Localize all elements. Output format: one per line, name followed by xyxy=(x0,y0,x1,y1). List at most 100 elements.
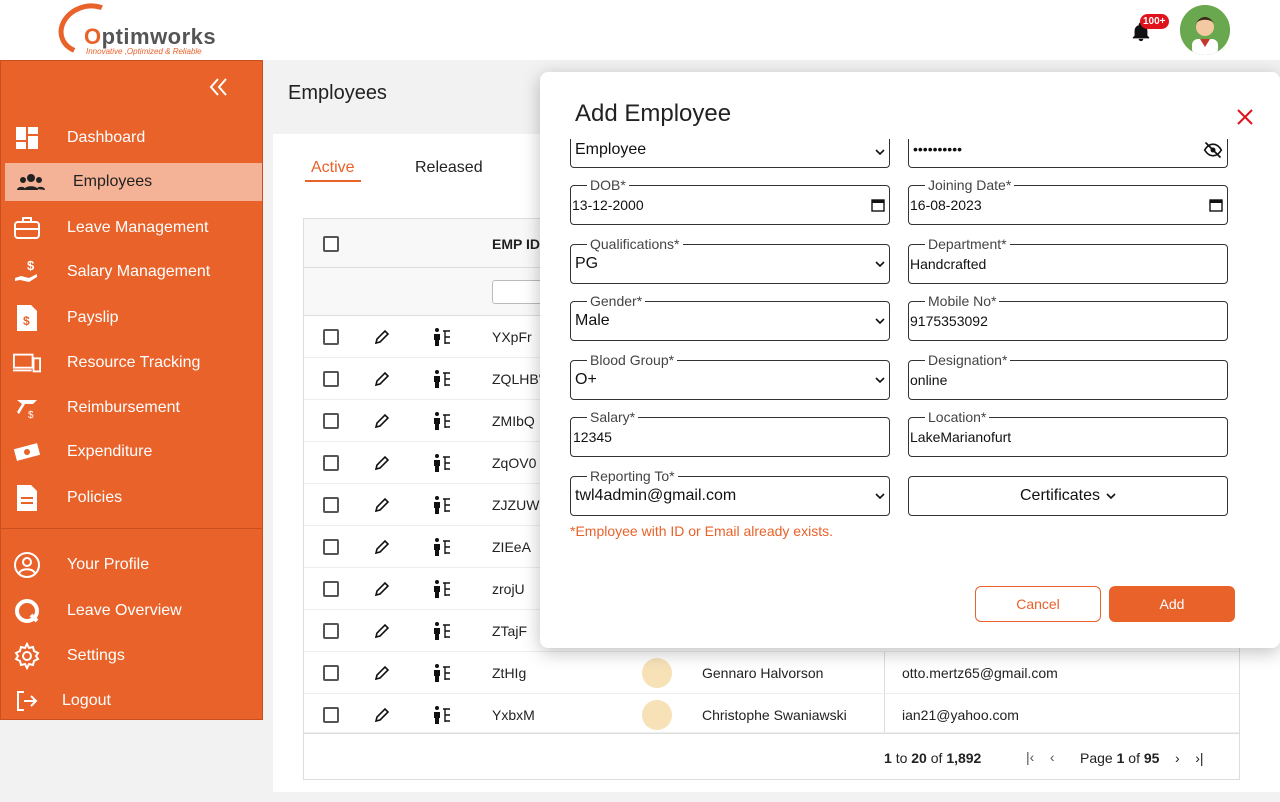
emp-id-cell: ZMIbQ xyxy=(492,413,535,429)
sidebar-item-salary-management[interactable]: $ Salary Management xyxy=(1,253,262,291)
emp-id-cell: zrojU xyxy=(492,581,525,597)
table-row[interactable]: ZtHIg Gennaro Halvorson otto.mertz65@gmail… xyxy=(304,652,1239,694)
joining-date-field[interactable]: Joining Date* 16-08-2023 xyxy=(908,177,1228,225)
svg-text:$: $ xyxy=(27,258,35,273)
blood-group-select[interactable]: Blood Group* O+ xyxy=(570,352,890,400)
password-field[interactable]: •••••••••• xyxy=(908,139,1228,168)
select-all-checkbox[interactable] xyxy=(323,236,339,252)
sidebar-item-label: Settings xyxy=(67,647,125,664)
last-page-icon[interactable]: ›| xyxy=(1195,750,1203,766)
edit-pencil-icon[interactable] xyxy=(374,665,390,684)
row-checkbox[interactable] xyxy=(323,497,339,513)
emp-id-cell: ZJZUW xyxy=(492,497,540,513)
certificates-button[interactable]: Certificates xyxy=(908,476,1228,516)
sidebar-item-settings[interactable]: Settings xyxy=(1,637,262,675)
edit-pencil-icon[interactable] xyxy=(374,413,390,432)
calendar-icon[interactable] xyxy=(871,198,885,212)
row-checkbox[interactable] xyxy=(323,371,339,387)
sidebar-item-employees[interactable]: Employees xyxy=(5,163,262,201)
error-message: *Employee with ID or Email already exist… xyxy=(570,523,833,539)
employee-avatar xyxy=(642,658,672,688)
sidebar-item-label: Resource Tracking xyxy=(67,354,201,371)
salary-icon: $ xyxy=(13,258,41,286)
edit-pencil-icon[interactable] xyxy=(374,329,390,348)
double-chevron-left-icon[interactable] xyxy=(206,75,230,99)
mobile-field[interactable]: Mobile No* 9175353092 xyxy=(908,293,1228,341)
sidebar-item-leave-overview[interactable]: Leave Overview xyxy=(1,592,262,630)
dashboard-icon xyxy=(13,124,41,152)
sidebar-item-your-profile[interactable]: Your Profile xyxy=(1,546,262,584)
edit-pencil-icon[interactable] xyxy=(374,707,390,726)
row-checkbox[interactable] xyxy=(323,455,339,471)
sidebar-item-reimbursement[interactable]: $ Reimbursement xyxy=(1,389,262,427)
employee-name-cell: Christophe Swaniawski xyxy=(702,707,847,723)
calendar-icon[interactable] xyxy=(1209,198,1223,212)
cancel-button[interactable]: Cancel xyxy=(975,586,1101,622)
row-checkbox[interactable] xyxy=(323,665,339,681)
hierarchy-icon[interactable] xyxy=(432,411,452,434)
salary-field[interactable]: Salary* 12345 xyxy=(570,409,890,457)
hierarchy-icon[interactable] xyxy=(432,579,452,602)
sidebar-item-logout[interactable]: Logout xyxy=(1,682,262,720)
sidebar-item-label: Your Profile xyxy=(67,556,150,573)
reporting-to-select[interactable]: Reporting To* twl4admin@gmail.com xyxy=(570,468,890,516)
designation-field[interactable]: Designation* online xyxy=(908,352,1228,400)
eye-off-icon[interactable] xyxy=(1203,141,1223,159)
chevron-down-icon xyxy=(875,149,885,156)
qualifications-select[interactable]: Qualifications* PG xyxy=(570,236,890,284)
hierarchy-icon[interactable] xyxy=(432,453,452,476)
payslip-icon: $ xyxy=(13,304,41,332)
tab-released[interactable]: Released xyxy=(415,159,483,177)
hierarchy-icon[interactable] xyxy=(432,495,452,518)
first-page-icon[interactable]: |‹ xyxy=(1026,749,1034,765)
row-checkbox[interactable] xyxy=(323,413,339,429)
gender-select[interactable]: Gender* Male xyxy=(570,293,890,341)
column-header-emp-id[interactable]: EMP ID xyxy=(492,236,540,252)
page-title: Employees xyxy=(288,82,387,104)
sidebar-item-payslip[interactable]: $ Payslip xyxy=(1,299,262,337)
edit-pencil-icon[interactable] xyxy=(374,539,390,558)
prev-page-icon[interactable]: ‹ xyxy=(1050,749,1055,765)
sidebar-item-expenditure[interactable]: Expenditure xyxy=(1,433,262,471)
hierarchy-icon[interactable] xyxy=(432,327,452,350)
edit-pencil-icon[interactable] xyxy=(374,497,390,516)
tab-active[interactable]: Active xyxy=(311,159,355,177)
hierarchy-icon[interactable] xyxy=(432,663,452,686)
edit-pencil-icon[interactable] xyxy=(374,455,390,474)
hierarchy-icon[interactable] xyxy=(432,537,452,560)
edit-pencil-icon[interactable] xyxy=(374,581,390,600)
sidebar-item-resource-tracking[interactable]: Resource Tracking xyxy=(1,344,262,382)
logout-icon xyxy=(13,687,41,715)
sidebar-item-leave-management[interactable]: Leave Management xyxy=(1,209,262,247)
avatar-person-icon xyxy=(1180,5,1230,55)
table-row[interactable]: YxbxM Christophe Swaniawski ian21@yahoo.co… xyxy=(304,694,1239,733)
grid-pagination: 1 to 20 of 1,892 |‹ ‹ Page 1 of 95 › ›| xyxy=(304,733,1239,779)
row-checkbox[interactable] xyxy=(323,707,339,723)
chevron-down-icon xyxy=(875,261,885,268)
row-checkbox[interactable] xyxy=(323,581,339,597)
sidebar-item-dashboard[interactable]: Dashboard xyxy=(1,119,262,157)
row-checkbox[interactable] xyxy=(323,539,339,555)
hierarchy-icon[interactable] xyxy=(432,621,452,644)
brand-logo[interactable]: Optimworks Innovative ,Optimized & Relia… xyxy=(51,0,231,63)
user-avatar[interactable] xyxy=(1180,5,1230,55)
add-employee-modal: Add Employee Employee •••••••••• DOB* 13… xyxy=(540,72,1280,648)
edit-pencil-icon[interactable] xyxy=(374,371,390,390)
column-separator xyxy=(884,694,885,732)
sidebar-item-label: Logout xyxy=(62,692,111,709)
top-bar: Optimworks Innovative ,Optimized & Relia… xyxy=(0,0,1280,63)
add-button[interactable]: Add xyxy=(1109,586,1235,622)
next-page-icon[interactable]: › xyxy=(1175,750,1180,766)
location-field[interactable]: Location* LakeMarianofurt xyxy=(908,409,1228,457)
role-select[interactable]: Employee xyxy=(570,139,890,168)
row-checkbox[interactable] xyxy=(323,329,339,345)
dob-field[interactable]: DOB* 13-12-2000 xyxy=(570,177,890,225)
hierarchy-icon[interactable] xyxy=(432,705,452,728)
money-icon xyxy=(13,438,41,466)
sidebar-item-policies[interactable]: Policies xyxy=(1,479,262,517)
edit-pencil-icon[interactable] xyxy=(374,623,390,642)
row-checkbox[interactable] xyxy=(323,623,339,639)
department-field[interactable]: Department* Handcrafted xyxy=(908,236,1228,284)
close-icon[interactable] xyxy=(1236,108,1254,126)
hierarchy-icon[interactable] xyxy=(432,369,452,392)
